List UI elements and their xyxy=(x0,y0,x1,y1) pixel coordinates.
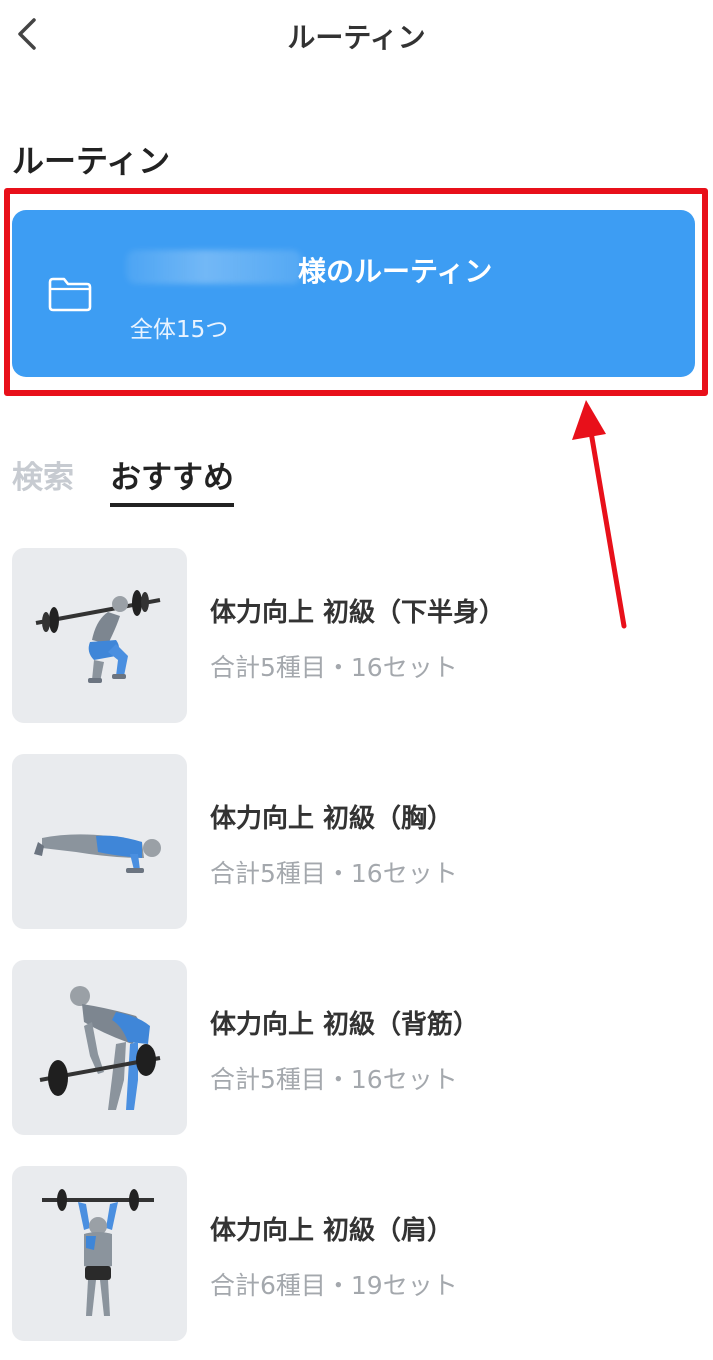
overhead-press-exercise-illustration xyxy=(12,1166,187,1341)
tab-recommended[interactable]: おすすめ xyxy=(110,452,234,507)
routine-item-back[interactable]: 体力向上 初級（背筋） 合計5種目・16セット xyxy=(12,960,702,1136)
push-up-exercise-illustration xyxy=(12,754,187,929)
navigation-bar: ルーティン xyxy=(0,0,713,70)
routine-summary: 合計5種目・16セット xyxy=(210,1065,458,1094)
routine-title: 体力向上 初級（肩） xyxy=(210,1216,454,1246)
section-title: ルーティン xyxy=(12,142,171,180)
routine-title: 体力向上 初級（胸） xyxy=(210,804,454,834)
routine-title: 体力向上 初級（背筋） xyxy=(210,1010,480,1040)
routine-summary: 合計5種目・16セット xyxy=(210,859,458,888)
routine-item-shoulders[interactable]: 体力向上 初級（肩） 合計6種目・19セット xyxy=(12,1166,702,1342)
tab-search[interactable]: 検索 xyxy=(12,452,74,497)
tab-bar: 検索 おすすめ xyxy=(12,452,312,507)
barbell-row-exercise-illustration xyxy=(12,960,187,1135)
squat-exercise-illustration xyxy=(12,548,187,723)
routine-summary: 合計6種目・19セット xyxy=(210,1271,458,1300)
routine-summary: 合計5種目・16セット xyxy=(210,653,458,682)
routine-item-chest[interactable]: 体力向上 初級（胸） 合計5種目・16セット xyxy=(12,754,702,930)
annotation-highlight-box xyxy=(4,188,708,396)
routine-item-lower-body[interactable]: 体力向上 初級（下半身） 合計5種目・16セット xyxy=(12,548,702,724)
page-title: ルーティン xyxy=(287,21,426,54)
routine-title: 体力向上 初級（下半身） xyxy=(210,598,506,628)
